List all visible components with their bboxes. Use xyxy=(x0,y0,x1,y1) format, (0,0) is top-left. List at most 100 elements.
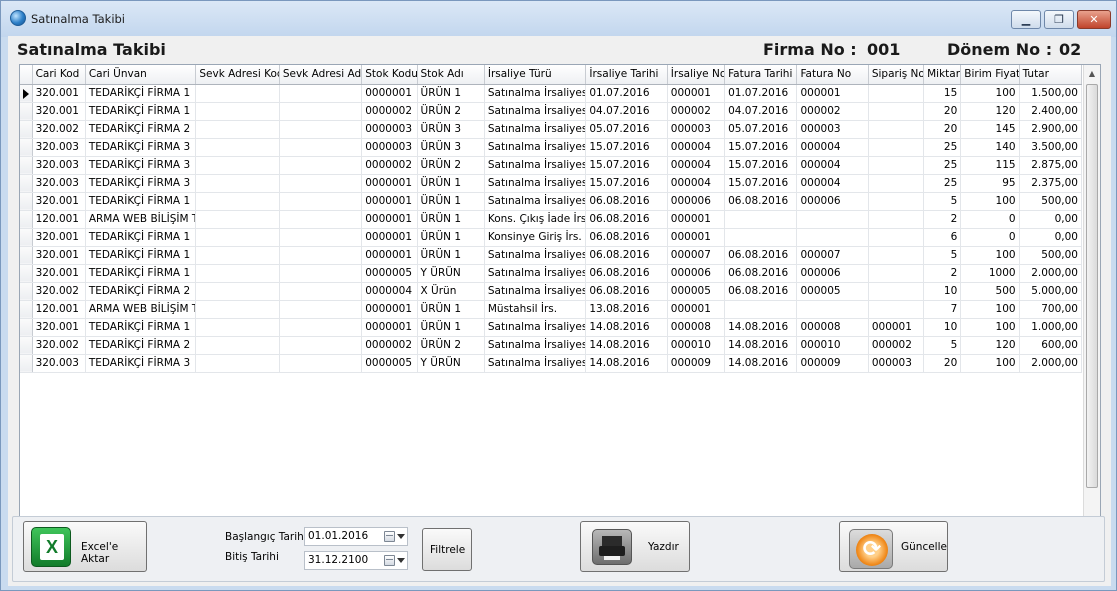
table-cell[interactable]: 0000003 xyxy=(361,138,418,157)
table-cell[interactable]: 15.07.2016 xyxy=(724,138,798,157)
table-cell[interactable]: Satınalma İrsaliyesi xyxy=(484,354,587,373)
table-cell[interactable] xyxy=(279,264,363,283)
table-cell[interactable] xyxy=(279,192,363,211)
table-row[interactable]: 320.001 TEDARİKÇİ FİRMA 1 0000001 ÜRÜN 1 Sat… xyxy=(20,318,1083,337)
table-cell[interactable]: Satınalma İrsaliyesi xyxy=(484,174,587,193)
table-cell[interactable] xyxy=(279,300,363,319)
table-cell[interactable]: 120 xyxy=(960,102,1020,121)
table-cell[interactable]: 000008 xyxy=(796,318,869,337)
table-cell[interactable] xyxy=(195,300,280,319)
table-cell[interactable]: Satınalma İrsaliyesi xyxy=(484,246,587,265)
purchase-grid[interactable]: Cari Kod Cari Ünvan Sevk Adresi Kod Sevk Ad… xyxy=(19,64,1101,534)
table-cell[interactable]: Satınalma İrsaliyesi xyxy=(484,318,587,337)
table-cell[interactable]: 000006 xyxy=(667,192,726,211)
table-cell[interactable]: 500 xyxy=(960,282,1020,301)
column-header[interactable]: Tutar xyxy=(1019,65,1083,85)
table-cell[interactable]: 000010 xyxy=(667,336,726,355)
table-cell[interactable]: 000002 xyxy=(796,102,869,121)
table-row[interactable]: 320.002 TEDARİKÇİ FİRMA 2 0000004 X Ürün Sat… xyxy=(20,282,1083,301)
table-cell[interactable]: 14.08.2016 xyxy=(585,318,668,337)
table-cell[interactable]: 000005 xyxy=(667,282,726,301)
table-cell[interactable]: 20 xyxy=(923,354,962,373)
table-row[interactable]: 320.001 TEDARİKÇİ FİRMA 1 0000002 ÜRÜN 2 Sat… xyxy=(20,102,1083,121)
column-header[interactable]: Cari Ünvan xyxy=(85,65,197,85)
table-cell[interactable]: 320.001 xyxy=(32,102,86,121)
table-row[interactable]: 320.001 TEDARİKÇİ FİRMA 1 0000001 ÜRÜN 1 Sat… xyxy=(20,84,1083,103)
table-cell[interactable]: 100 xyxy=(960,246,1020,265)
table-cell[interactable]: 0000002 xyxy=(361,336,418,355)
table-row[interactable]: 320.003 TEDARİKÇİ FİRMA 3 0000001 ÜRÜN 1 Sat… xyxy=(20,174,1083,193)
start-date-picker[interactable]: 01.01.2016 xyxy=(304,527,408,546)
row-indicator[interactable] xyxy=(20,336,33,355)
table-cell[interactable]: 0000002 xyxy=(361,156,418,175)
table-cell[interactable]: 10 xyxy=(923,282,962,301)
row-indicator[interactable] xyxy=(20,246,33,265)
table-cell[interactable]: 320.003 xyxy=(32,174,86,193)
row-indicator[interactable] xyxy=(20,156,33,175)
table-cell[interactable] xyxy=(279,120,363,139)
table-cell[interactable]: 06.08.2016 xyxy=(585,192,668,211)
table-cell[interactable] xyxy=(195,210,280,229)
table-cell[interactable]: 320.001 xyxy=(32,318,86,337)
table-cell[interactable]: TEDARİKÇİ FİRMA 1 xyxy=(85,246,197,265)
table-cell[interactable] xyxy=(279,282,363,301)
table-cell[interactable]: 1.000,00 xyxy=(1019,318,1083,337)
table-cell[interactable]: 000006 xyxy=(796,192,869,211)
table-cell[interactable]: 14.08.2016 xyxy=(724,336,798,355)
table-cell[interactable]: TEDARİKÇİ FİRMA 1 xyxy=(85,84,197,103)
table-cell[interactable]: 05.07.2016 xyxy=(724,120,798,139)
table-cell[interactable]: 0000001 xyxy=(361,300,418,319)
table-cell[interactable]: 0000005 xyxy=(361,354,418,373)
table-cell[interactable]: Satınalma İrsaliyesi xyxy=(484,192,587,211)
table-cell[interactable]: 1000 xyxy=(960,264,1020,283)
table-cell[interactable]: Satınalma İrsaliyesi xyxy=(484,138,587,157)
table-cell[interactable] xyxy=(195,138,280,157)
table-cell[interactable]: 000006 xyxy=(667,264,726,283)
table-cell[interactable]: 000004 xyxy=(796,138,869,157)
table-cell[interactable]: 320.002 xyxy=(32,282,86,301)
table-cell[interactable]: Satınalma İrsaliyesi xyxy=(484,336,587,355)
table-cell[interactable]: ÜRÜN 3 xyxy=(417,120,485,139)
table-cell[interactable]: 2.375,00 xyxy=(1019,174,1083,193)
table-cell[interactable]: ÜRÜN 1 xyxy=(417,174,485,193)
table-cell[interactable] xyxy=(868,84,925,103)
table-cell[interactable] xyxy=(195,264,280,283)
table-row[interactable]: 320.002 TEDARİKÇİ FİRMA 2 0000002 ÜRÜN 2 Sat… xyxy=(20,336,1083,355)
table-cell[interactable] xyxy=(868,246,925,265)
table-cell[interactable]: 10 xyxy=(923,318,962,337)
table-cell[interactable] xyxy=(279,228,363,247)
table-cell[interactable]: 320.001 xyxy=(32,228,86,247)
table-cell[interactable]: 0000005 xyxy=(361,264,418,283)
table-row[interactable]: 320.003 TEDARİKÇİ FİRMA 3 0000003 ÜRÜN 3 Sat… xyxy=(20,138,1083,157)
table-cell[interactable]: 0,00 xyxy=(1019,210,1083,229)
table-cell[interactable]: 3.500,00 xyxy=(1019,138,1083,157)
table-cell[interactable]: 000003 xyxy=(868,354,925,373)
table-cell[interactable]: 140 xyxy=(960,138,1020,157)
table-cell[interactable]: Satınalma İrsaliyesi xyxy=(484,84,587,103)
table-cell[interactable]: 0000001 xyxy=(361,318,418,337)
table-cell[interactable]: 0000002 xyxy=(361,102,418,121)
table-cell[interactable]: 700,00 xyxy=(1019,300,1083,319)
table-cell[interactable]: 06.08.2016 xyxy=(724,246,798,265)
table-cell[interactable]: 320.001 xyxy=(32,246,86,265)
table-cell[interactable] xyxy=(195,354,280,373)
vertical-scrollbar[interactable]: ▲ ▼ xyxy=(1083,65,1100,533)
table-cell[interactable]: 2.000,00 xyxy=(1019,354,1083,373)
table-cell[interactable]: 20 xyxy=(923,102,962,121)
table-cell[interactable]: 5 xyxy=(923,246,962,265)
table-cell[interactable]: 100 xyxy=(960,300,1020,319)
update-button[interactable]: ⟳ Güncelle xyxy=(839,521,948,572)
table-cell[interactable]: 15.07.2016 xyxy=(724,174,798,193)
table-cell[interactable] xyxy=(279,354,363,373)
table-cell[interactable]: 120.001 xyxy=(32,300,86,319)
table-cell[interactable]: 25 xyxy=(923,174,962,193)
table-cell[interactable]: 06.08.2016 xyxy=(724,264,798,283)
table-cell[interactable]: Satınalma İrsaliyesi xyxy=(484,102,587,121)
table-cell[interactable]: 000009 xyxy=(667,354,726,373)
table-cell[interactable]: 000010 xyxy=(796,336,869,355)
column-header[interactable]: İrsaliye Türü xyxy=(484,65,587,85)
table-cell[interactable]: 120.001 xyxy=(32,210,86,229)
table-cell[interactable] xyxy=(868,210,925,229)
table-cell[interactable] xyxy=(279,84,363,103)
table-cell[interactable]: 2.875,00 xyxy=(1019,156,1083,175)
